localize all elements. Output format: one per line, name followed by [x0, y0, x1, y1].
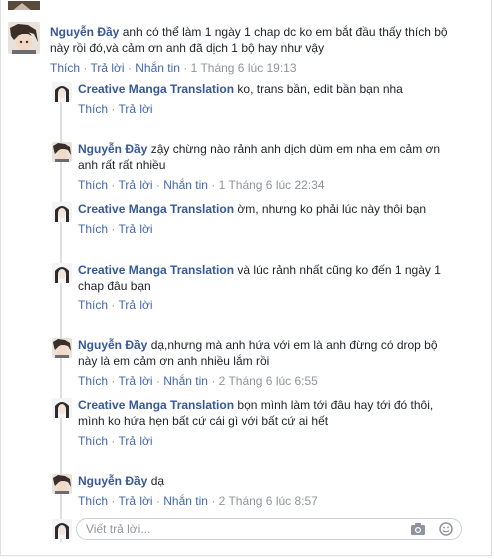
reply-actions: Thích · Trả lời · Nhắn tin · 1 Tháng 6 l…: [78, 178, 325, 192]
reply-text: Creative Manga Translation ờm, nhưng ko …: [78, 201, 488, 217]
current-user-avatar: [52, 519, 72, 539]
emoji-icon[interactable]: [438, 522, 454, 536]
reply-line2: anh rất rất nhiều: [78, 158, 166, 172]
reply-composer[interactable]: [76, 518, 462, 540]
avatar-nguyen-day[interactable]: [52, 474, 72, 494]
reply-link[interactable]: Trả lời: [118, 102, 152, 116]
reply-link[interactable]: Trả lời: [118, 222, 152, 236]
like-link[interactable]: Thích: [78, 494, 108, 508]
reply-link[interactable]: Trả lời: [90, 61, 124, 75]
like-link[interactable]: Thích: [78, 102, 108, 116]
reply-author[interactable]: Creative Manga Translation: [78, 82, 234, 96]
reply-line2: này là em cảm ơn anh nhiều lắm rồi: [78, 354, 270, 368]
timestamp[interactable]: 1 Tháng 6 lúc 19:13: [191, 61, 297, 75]
reply-actions: Thích · Trả lời: [78, 222, 153, 236]
avatar-nguyen-day[interactable]: [52, 142, 72, 162]
reply-line1: bọn mình làm tới đâu hay tới đó thôi,: [237, 398, 434, 412]
reply-author[interactable]: Creative Manga Translation: [78, 202, 234, 216]
reply-line1: và lúc rảnh nhất cũng ko đến 1 ngày 1: [237, 263, 441, 277]
timestamp[interactable]: 1 Tháng 6 lúc 22:34: [219, 178, 325, 192]
reply-text: Nguyễn Đầy dạ,nhưng mà anh hứa với em là…: [78, 337, 488, 353]
avatar-creative-manga[interactable]: [52, 202, 72, 222]
reply-link[interactable]: Trả lời: [118, 298, 152, 312]
reply-actions: Thích · Trả lời: [78, 434, 153, 448]
reply-line1: ko, trans bần, edit bần bạn nha: [237, 82, 403, 96]
reply-actions: Thích · Trả lời · Nhắn tin · 2 Tháng 6 l…: [78, 374, 318, 388]
avatar-nguyen-day[interactable]: [52, 338, 72, 358]
reply-link[interactable]: Trả lời: [118, 178, 152, 192]
reply-link[interactable]: Trả lời: [118, 434, 152, 448]
previous-avatar: [8, 0, 40, 10]
camera-icon[interactable]: [410, 522, 426, 536]
like-link[interactable]: Thích: [78, 222, 108, 236]
reply-text: Creative Manga Translation ko, trans bần…: [78, 81, 488, 97]
reply-actions: Thích · Trả lời · Nhắn tin · 2 Tháng 6 l…: [78, 494, 318, 508]
reply-link[interactable]: Trả lời: [118, 494, 152, 508]
reply-author[interactable]: Nguyễn Đầy: [78, 338, 147, 352]
comment-text: Nguyễn Đầy anh có thể làm 1 ngày 1 chap …: [50, 24, 490, 40]
reply-line1: dạ: [150, 474, 165, 488]
reply-line1: dạ,nhưng mà anh hứa với em là anh đừng c…: [150, 338, 438, 352]
reply-author[interactable]: Creative Manga Translation: [78, 398, 234, 412]
comment-text-line2: này rồi đó,và cảm ơn anh đã dịch 1 bộ ha…: [50, 41, 325, 55]
timestamp[interactable]: 2 Tháng 6 lúc 6:55: [219, 374, 318, 388]
reply-actions: Thích · Trả lời: [78, 102, 153, 116]
avatar-creative-manga[interactable]: [52, 398, 72, 418]
timestamp[interactable]: 2 Tháng 6 lúc 8:57: [219, 494, 318, 508]
reply-line2: chap đâu bạn: [78, 279, 151, 293]
reply-line1: ờm, nhưng ko phải lúc này thôi bạn: [237, 202, 427, 216]
message-link[interactable]: Nhắn tin: [135, 61, 180, 75]
like-link[interactable]: Thích: [78, 178, 108, 192]
like-link[interactable]: Thích: [50, 61, 80, 75]
reply-text: Nguyễn Đầy dạ: [78, 473, 488, 489]
comment-author[interactable]: Nguyễn Đầy: [50, 25, 119, 39]
avatar-creative-manga[interactable]: [52, 263, 72, 283]
message-link[interactable]: Nhắn tin: [163, 494, 208, 508]
reply-author[interactable]: Nguyễn Đầy: [78, 142, 147, 156]
reply-line1: zậy chừng nào rảnh anh dịch dùm em nha e…: [150, 142, 441, 156]
reply-actions: Thích · Trả lời: [78, 298, 153, 312]
reply-line2: mình ko hứa hẹn bất cứ cái gì với bất cứ…: [78, 414, 329, 428]
reply-text: Creative Manga Translation và lúc rảnh n…: [78, 262, 488, 278]
reply-author[interactable]: Creative Manga Translation: [78, 263, 234, 277]
like-link[interactable]: Thích: [78, 434, 108, 448]
comment-actions: Thích · Trả lời · Nhắn tin · 1 Tháng 6 l…: [50, 61, 297, 75]
reply-text: Creative Manga Translation bọn mình làm …: [78, 397, 488, 413]
reply-input[interactable]: [86, 522, 386, 536]
like-link[interactable]: Thích: [78, 374, 108, 388]
message-link[interactable]: Nhắn tin: [163, 178, 208, 192]
reply-link[interactable]: Trả lời: [118, 374, 152, 388]
like-link[interactable]: Thích: [78, 298, 108, 312]
comment-line1: anh có thể làm 1 ngày 1 chap dc ko em bắ…: [122, 25, 448, 39]
reply-author[interactable]: Nguyễn Đầy: [78, 474, 147, 488]
message-link[interactable]: Nhắn tin: [163, 374, 208, 388]
avatar-creative-manga[interactable]: [52, 82, 72, 102]
reply-text: Nguyễn Đầy zậy chừng nào rảnh anh dịch d…: [78, 141, 488, 157]
avatar-nguyen-day[interactable]: [8, 22, 40, 54]
